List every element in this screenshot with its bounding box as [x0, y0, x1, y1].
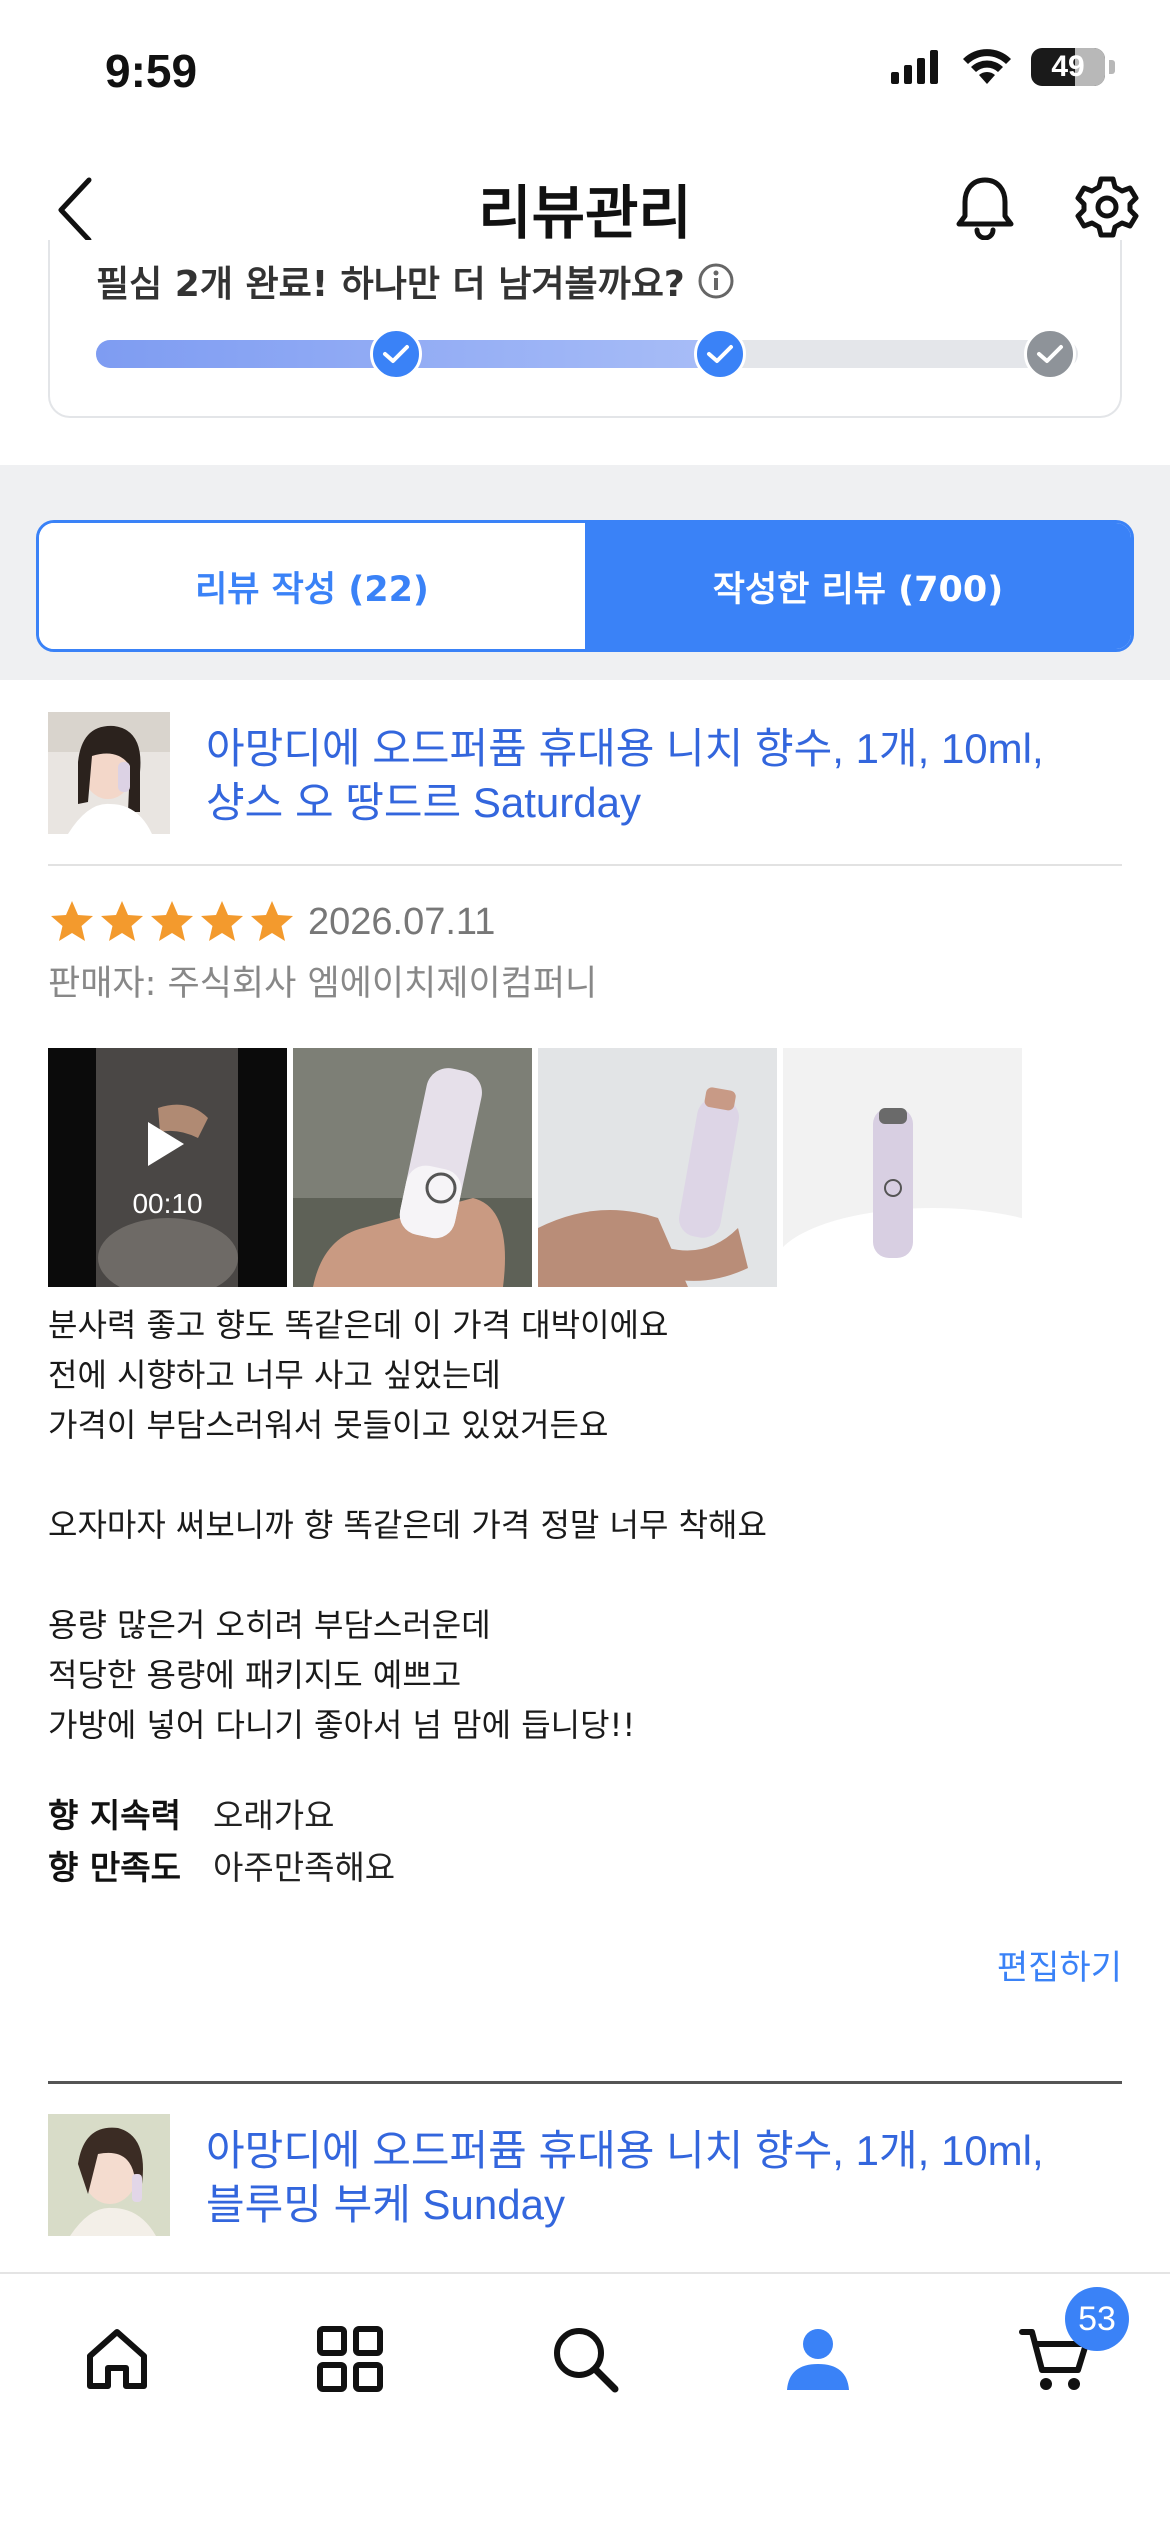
review-text-line: 가방에 넣어 다니기 좋아서 넘 맘에 듭니당!!	[48, 1706, 636, 1744]
attribute-value: 오래가요	[213, 1796, 335, 1835]
tab-category[interactable]	[305, 2314, 395, 2404]
star-icon	[251, 901, 293, 941]
wifi-icon	[963, 49, 1011, 84]
mission-card: 필심 2개 완료! 하나만 더 남겨볼까요?	[48, 240, 1122, 418]
tab-written-reviews[interactable]: 작성한 리뷰 (700)	[585, 523, 1131, 649]
review-divider	[48, 2081, 1122, 2084]
star-icon	[51, 901, 93, 941]
star-rating	[48, 898, 296, 946]
review-text-line: 전에 시향하고 너무 사고 싶었는데	[48, 1356, 501, 1394]
mission-progress-bar	[96, 328, 1078, 380]
star-icon	[151, 901, 193, 941]
battery-level: 49	[1051, 50, 1085, 83]
step-2-check-icon	[694, 328, 746, 380]
product-title[interactable]: 아망디에 오드퍼퓸 휴대용 니치 향수, 1개, 10ml, 샹스 오 땅드르 …	[206, 722, 1044, 830]
mission-text: 필심 2개 완료! 하나만 더 남겨볼까요?	[96, 255, 735, 307]
user-icon	[787, 2329, 849, 2390]
attribute-value: 아주만족해요	[213, 1848, 396, 1887]
divider	[48, 864, 1122, 866]
product-thumbnail[interactable]	[48, 712, 170, 834]
star-icon	[201, 901, 243, 941]
cellular-signal-icon	[891, 50, 938, 84]
step-3-check-icon	[1024, 328, 1076, 380]
review-attributes: 향 지속력 오래가요 향 만족도 아주만족해요	[48, 1790, 395, 1894]
tab-write-review[interactable]: 리뷰 작성 (22)	[39, 523, 585, 649]
video-duration: 00:10	[132, 1188, 203, 1219]
home-icon	[87, 2329, 147, 2389]
review-video[interactable]: 00:10	[48, 1048, 287, 1287]
review-text-line	[48, 1450, 1122, 1500]
bottom-tab-bar	[0, 2272, 1170, 2532]
review-date: 2026.07.11	[308, 900, 496, 943]
review-tabs: 리뷰 작성 (22) 작성한 리뷰 (700)	[36, 520, 1134, 652]
attribute-label: 향 만족도	[48, 1848, 181, 1887]
review-text-line: 분사력 좋고 향도 똑같은데 이 가격 대박이에요	[48, 1306, 669, 1344]
review-text-line: 오자마자 써보니까 향 똑같은데 가격 정말 너무 착해요	[48, 1506, 767, 1544]
notification-button[interactable]	[950, 172, 1020, 242]
star-icon	[101, 901, 143, 941]
review-text-line: 적당한 용량에 패키지도 예쁘고	[48, 1656, 462, 1694]
rating-row: 2026.07.11	[48, 892, 495, 952]
product-thumbnail[interactable]	[48, 2114, 170, 2236]
review-text-line	[48, 1550, 1122, 1600]
review-text: 분사력 좋고 향도 똑같은데 이 가격 대박이에요전에 시향하고 너무 사고 싶…	[48, 1300, 1122, 1750]
status-bar: 9:59 49	[0, 0, 1170, 140]
seller-name: 판매자: 주식회사 엠에이치제이컴퍼니	[48, 964, 598, 1004]
mission-label: 필심 2개 완료! 하나만 더 남겨볼까요?	[96, 264, 685, 305]
attribute-row: 향 만족도 아주만족해요	[48, 1842, 395, 1894]
review-photo[interactable]	[783, 1048, 1022, 1287]
search-icon	[554, 2328, 619, 2393]
review-media: 00:10	[48, 1048, 1022, 1287]
review-photo[interactable]	[538, 1048, 777, 1287]
bell-icon	[956, 177, 1014, 241]
cart-count-badge: 53	[1065, 2287, 1129, 2351]
review-text-line: 용량 많은거 오히려 부담스러운데	[48, 1606, 491, 1644]
edit-review-link[interactable]: 편집하기	[997, 1940, 1122, 1989]
tab-my-page[interactable]	[773, 2314, 863, 2404]
review-text-line: 가격이 부담스러워서 못들이고 있었거든요	[48, 1406, 609, 1444]
battery-icon: 49	[1031, 48, 1105, 86]
step-1-check-icon	[370, 328, 422, 380]
status-time: 9:59	[105, 45, 198, 97]
review-photo[interactable]	[293, 1048, 532, 1287]
tab-search[interactable]	[540, 2314, 630, 2404]
tab-home[interactable]	[72, 2314, 162, 2404]
attribute-row: 향 지속력 오래가요	[48, 1790, 395, 1842]
settings-button[interactable]	[1072, 172, 1142, 242]
category-grid-icon	[317, 2326, 383, 2392]
gear-icon	[1075, 176, 1139, 238]
product-row[interactable]: 아망디에 오드퍼퓸 휴대용 니치 향수, 1개, 10ml, 블루밍 부케 Su…	[48, 2114, 1122, 2264]
status-icons: 49	[891, 48, 1115, 86]
product-row[interactable]: 아망디에 오드퍼퓸 휴대용 니치 향수, 1개, 10ml, 샹스 오 땅드르 …	[48, 712, 1122, 862]
info-icon[interactable]	[697, 262, 735, 300]
attribute-label: 향 지속력	[48, 1796, 181, 1835]
product-title[interactable]: 아망디에 오드퍼퓸 휴대용 니치 향수, 1개, 10ml, 블루밍 부케 Su…	[206, 2124, 1044, 2232]
